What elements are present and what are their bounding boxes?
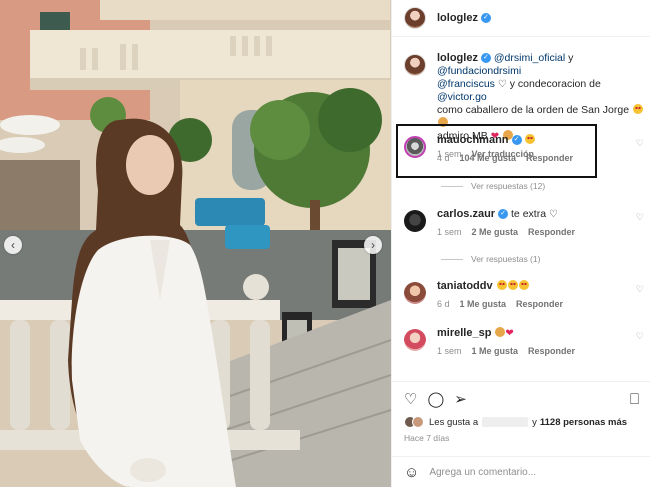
star-struck-emoji-icon <box>518 280 529 290</box>
caption-text: y <box>565 52 574 64</box>
comment-body: mirelle_sp ❤ 1 sem 1 Me gusta Responder <box>437 327 644 358</box>
chevron-right-icon[interactable]: › <box>364 236 382 254</box>
bookmark-icon[interactable]: ⎕ <box>630 391 639 408</box>
heart-outline-icon[interactable]: ♡ <box>636 284 644 295</box>
comment-item: carlos.zaur ✓ te extra ♡ 1 sem 2 Me gusta… <box>404 208 644 239</box>
view-replies-button[interactable]: Ver respuestas (12) <box>441 181 545 191</box>
reply-button[interactable]: Responder <box>516 298 563 311</box>
comment-time: 1 sem <box>437 227 462 237</box>
likes-summary[interactable]: Les gusta a y 1128 personas más <box>404 415 639 429</box>
comment-input[interactable] <box>429 466 600 478</box>
divider <box>441 185 463 187</box>
avatar[interactable] <box>404 210 426 232</box>
verified-badge-icon: ✓ <box>480 53 491 64</box>
reply-button[interactable]: Responder <box>528 345 575 358</box>
mention-link[interactable]: @fundaciondrsimi <box>437 65 521 77</box>
comment-item: taniatoddv 6 d 1 Me gusta Responder ♡ <box>404 280 644 311</box>
comment-time: 6 d <box>437 299 450 309</box>
star-struck-emoji-icon <box>496 280 507 290</box>
redacted-username <box>482 417 529 427</box>
verified-badge-icon: ✓ <box>480 13 491 23</box>
comment-meta: 6 d 1 Me gusta Responder <box>437 298 644 311</box>
post-actions: ♡ ◯ ➢ ⎕ Les gusta a y 1128 personas más … <box>392 381 650 443</box>
comment-time: 1 sem <box>437 346 462 356</box>
comment-meta: 1 sem 1 Me gusta Responder <box>437 345 644 358</box>
reply-button[interactable]: Responder <box>528 226 575 239</box>
caption-text: como caballero de la orden de San Jorge <box>437 104 630 116</box>
add-comment-bar: ☺ <box>392 456 650 487</box>
post-photo: ‹ › <box>0 0 391 487</box>
share-icon[interactable]: ➢ <box>454 390 467 408</box>
heart-outline-icon: ♡ <box>548 209 558 220</box>
comment-likes-count[interactable]: 1 Me gusta <box>460 298 507 311</box>
mention-link[interactable]: @franciscus <box>437 78 495 90</box>
post-date[interactable]: Hace 7 días <box>404 433 639 443</box>
avatar[interactable] <box>404 54 426 76</box>
avatar[interactable] <box>404 7 426 29</box>
heart-outline-icon[interactable]: ♡ <box>636 331 644 342</box>
post-image-illustration <box>0 0 391 487</box>
mention-link[interactable]: @victor.go <box>437 91 487 103</box>
comment-likes-count[interactable]: 1 Me gusta <box>472 345 519 358</box>
view-replies-label: Ver respuestas (12) <box>471 181 546 191</box>
comment-meta: 1 sem 2 Me gusta Responder <box>437 226 644 239</box>
comment-text: te extra <box>511 208 547 220</box>
comment-body: taniatoddv 6 d 1 Me gusta Responder <box>437 280 644 311</box>
view-replies-label: Ver respuestas (1) <box>471 254 541 264</box>
highlight-box <box>396 124 597 178</box>
avatar <box>412 416 424 428</box>
likes-suffix: y <box>532 416 537 428</box>
star-struck-emoji-icon <box>632 104 643 114</box>
caption-username[interactable]: lologlez <box>437 52 478 64</box>
heart-emoji-icon: ❤ <box>505 328 514 339</box>
divider <box>441 258 463 260</box>
mention-link[interactable]: @drsimi_oficial <box>494 52 565 64</box>
chevron-left-icon[interactable]: ‹ <box>4 236 22 254</box>
comment-icon[interactable]: ◯ <box>427 390 444 408</box>
heart-icon[interactable]: ♡ <box>404 390 417 408</box>
heart-outline-icon[interactable]: ♡ <box>636 212 644 223</box>
clap-emoji-icon <box>495 327 506 337</box>
post-sidebar: lologlez ✓ lologlez ✓ @drsimi_oficial y @… <box>391 0 650 487</box>
emoji-icon[interactable]: ☺ <box>404 464 419 481</box>
star-struck-emoji-icon <box>507 280 518 290</box>
post-author-username[interactable]: lologlez <box>437 12 478 24</box>
comment-item: mirelle_sp ❤ 1 sem 1 Me gusta Responder … <box>404 327 644 358</box>
verified-badge-icon: ✓ <box>498 209 509 220</box>
likes-prefix: Les gusta a <box>429 416 479 428</box>
comments-list[interactable]: lologlez ✓ @drsimi_oficial y @fundaciondr… <box>392 38 650 375</box>
heart-outline-icon: ♡ <box>497 79 507 90</box>
heart-outline-icon[interactable]: ♡ <box>636 138 644 149</box>
caption-text: y condecoracion de <box>506 78 601 90</box>
avatar[interactable] <box>404 282 426 304</box>
post-header: lologlez ✓ <box>392 0 650 37</box>
avatar[interactable] <box>404 329 426 351</box>
comment-username[interactable]: carlos.zaur <box>437 208 495 220</box>
view-replies-button[interactable]: Ver respuestas (1) <box>441 254 540 264</box>
comment-username[interactable]: taniatoddv <box>437 280 493 292</box>
action-icons: ♡ ◯ ➢ ⎕ <box>404 389 639 409</box>
likes-count[interactable]: 1128 personas más <box>540 417 627 428</box>
comment-body: carlos.zaur ✓ te extra ♡ 1 sem 2 Me gusta… <box>437 208 644 239</box>
comment-likes-count[interactable]: 2 Me gusta <box>472 226 519 239</box>
comment-username[interactable]: mirelle_sp <box>437 327 491 339</box>
